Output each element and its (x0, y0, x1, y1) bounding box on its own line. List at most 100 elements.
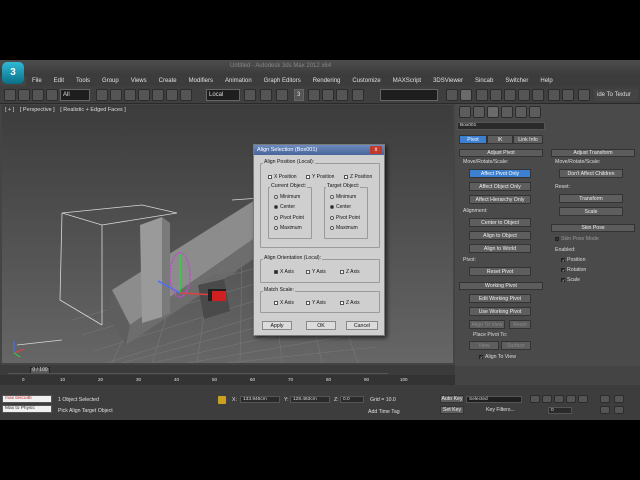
target-pivot-point-radio[interactable]: Pivot Point (330, 215, 360, 221)
align-to-world-button[interactable]: Align to World (469, 244, 531, 253)
rendered-frame-icon[interactable] (562, 89, 574, 101)
lock-icon[interactable] (218, 396, 226, 404)
target-center-radio[interactable]: Center (330, 204, 351, 210)
display-tab-icon[interactable] (515, 106, 527, 118)
cancel-button[interactable]: Cancel (346, 321, 378, 330)
schematic-view-icon[interactable] (518, 89, 530, 101)
go-to-start-icon[interactable] (530, 395, 540, 403)
dialog-title-bar[interactable]: Align Selection (Box001) x (254, 145, 384, 155)
window-crossing-icon[interactable] (138, 89, 150, 101)
key-mode-dropdown[interactable]: Selected (466, 396, 522, 403)
rect-selection-icon[interactable] (124, 89, 136, 101)
x-coordinate-field[interactable]: 133.946cm (240, 396, 280, 403)
keyboard-shortcut-icon[interactable] (276, 89, 288, 101)
reset-scale-button[interactable]: Scale (559, 207, 623, 216)
current-maximum-radio[interactable]: Maximum (274, 225, 302, 231)
select-object-icon[interactable] (96, 89, 108, 101)
surface-button[interactable]: Surface (501, 341, 531, 350)
extra-toolbar-label[interactable]: ide To Textur (594, 89, 638, 101)
menu-rendering[interactable]: Rendering (307, 78, 347, 84)
x-position-checkbox[interactable]: X Position (268, 174, 297, 180)
edit-named-selection-icon[interactable] (352, 89, 364, 101)
orient-z-axis-checkbox[interactable]: Z Axis (340, 269, 360, 275)
working-pivot-rollout[interactable]: Working Pivot (459, 282, 543, 290)
adjust-pivot-rollout[interactable]: Adjust Pivot (459, 149, 543, 157)
pivot-center-icon[interactable] (244, 89, 256, 101)
position-checkbox[interactable]: ✓ Position (561, 257, 585, 263)
viewport-label[interactable]: [ + ] [ Perspective ] [ Realistic + Edge… (5, 107, 130, 113)
menu-animation[interactable]: Animation (219, 78, 258, 84)
create-tab-icon[interactable] (459, 106, 471, 118)
percent-snap-icon[interactable] (322, 89, 334, 101)
align-icon[interactable] (460, 89, 472, 101)
reference-coordinate-dropdown[interactable]: Local (206, 89, 240, 101)
scale-z-axis-checkbox[interactable]: Z Axis (340, 300, 360, 306)
render-setup-icon[interactable] (548, 89, 560, 101)
menu-views[interactable]: Views (125, 78, 153, 84)
reset-pivot-button[interactable]: Reset Pivot (469, 267, 531, 276)
motion-tab-icon[interactable] (501, 106, 513, 118)
undo-icon[interactable] (4, 89, 16, 101)
edit-working-pivot-button[interactable]: Edit Working Pivot (469, 294, 531, 303)
menu-graph-editors[interactable]: Graph Editors (258, 78, 307, 84)
align-to-view-checkbox[interactable]: ✓ Align To View (479, 354, 516, 360)
menu-maxscript[interactable]: MAXScript (387, 78, 427, 84)
view-button[interactable]: View (469, 341, 499, 350)
center-to-object-button[interactable]: Center to Object (469, 218, 531, 227)
next-frame-icon[interactable] (566, 395, 576, 403)
orient-y-axis-checkbox[interactable]: Y Axis (306, 269, 326, 275)
menu-tools[interactable]: Tools (70, 78, 96, 84)
spinner-snap-icon[interactable] (336, 89, 348, 101)
select-manipulate-icon[interactable] (260, 89, 272, 101)
material-editor-icon[interactable] (532, 89, 544, 101)
current-center-radio[interactable]: Center (274, 204, 295, 210)
apply-button[interactable]: Apply (262, 321, 292, 330)
snaps-toggle[interactable]: 3 (294, 89, 304, 101)
target-minimum-radio[interactable]: Minimum (330, 194, 356, 200)
select-by-name-icon[interactable] (110, 89, 122, 101)
hierarchy-tab-icon[interactable] (487, 106, 499, 118)
link-info-tab[interactable]: Link Info (513, 135, 543, 144)
render-icon[interactable] (578, 89, 590, 101)
time-slider-track[interactable] (8, 367, 388, 374)
angle-snap-icon[interactable] (308, 89, 320, 101)
app-menu-button[interactable]: 3 (2, 62, 24, 84)
previous-frame-icon[interactable] (542, 395, 552, 403)
maxscript-listener-a[interactable]: max biscuitb (2, 395, 52, 403)
go-to-end-icon[interactable] (578, 395, 588, 403)
menu-group[interactable]: Group (96, 78, 125, 84)
dialog-close-button[interactable]: x (370, 146, 382, 154)
play-icon[interactable] (554, 395, 564, 403)
skin-pose-rollout[interactable]: Skin Pose (551, 224, 635, 232)
z-position-checkbox[interactable]: Z Position (344, 174, 372, 180)
set-key-button[interactable]: Set Key (440, 406, 464, 414)
select-rotate-icon[interactable] (166, 89, 178, 101)
modify-tab-icon[interactable] (473, 106, 485, 118)
rotation-checkbox[interactable]: ✓ Rotation (561, 267, 586, 273)
dont-affect-children-button[interactable]: Don't Affect Children (559, 169, 623, 178)
orbit-icon[interactable] (600, 406, 610, 414)
current-pivot-point-radio[interactable]: Pivot Point (274, 215, 304, 221)
viewport-pov-menu[interactable]: [ Perspective ] (20, 107, 55, 113)
menu-modifiers[interactable]: Modifiers (183, 78, 219, 84)
skin-pose-mode-checkbox[interactable]: Skin Pose Mode (555, 236, 599, 242)
graphite-ribbon-icon[interactable] (490, 89, 502, 101)
affect-hierarchy-only-button[interactable]: Affect Hierarchy Only (469, 195, 531, 204)
reset-transform-button[interactable]: Transform (559, 194, 623, 203)
scale-checkbox[interactable]: ✓ Scale (561, 277, 580, 283)
select-move-icon[interactable] (152, 89, 164, 101)
auto-key-button[interactable]: Auto Key (440, 395, 464, 403)
menu-customize[interactable]: Customize (346, 78, 386, 84)
object-name-field[interactable]: Box001 (457, 122, 545, 130)
y-position-checkbox[interactable]: Y Position (306, 174, 334, 180)
align-to-object-button[interactable]: Align to Object (469, 231, 531, 240)
affect-object-only-button[interactable]: Affect Object Only (469, 182, 531, 191)
curve-editor-icon[interactable] (504, 89, 516, 101)
zoom-icon[interactable] (600, 395, 610, 403)
redo-icon[interactable] (18, 89, 30, 101)
viewport-shading-menu[interactable]: [ Realistic + Edged Faces ] (60, 107, 126, 113)
menu-edit[interactable]: Edit (48, 78, 70, 84)
unlink-icon[interactable] (46, 89, 58, 101)
affect-pivot-only-button[interactable]: Affect Pivot Only (469, 169, 531, 178)
utilities-tab-icon[interactable] (529, 106, 541, 118)
